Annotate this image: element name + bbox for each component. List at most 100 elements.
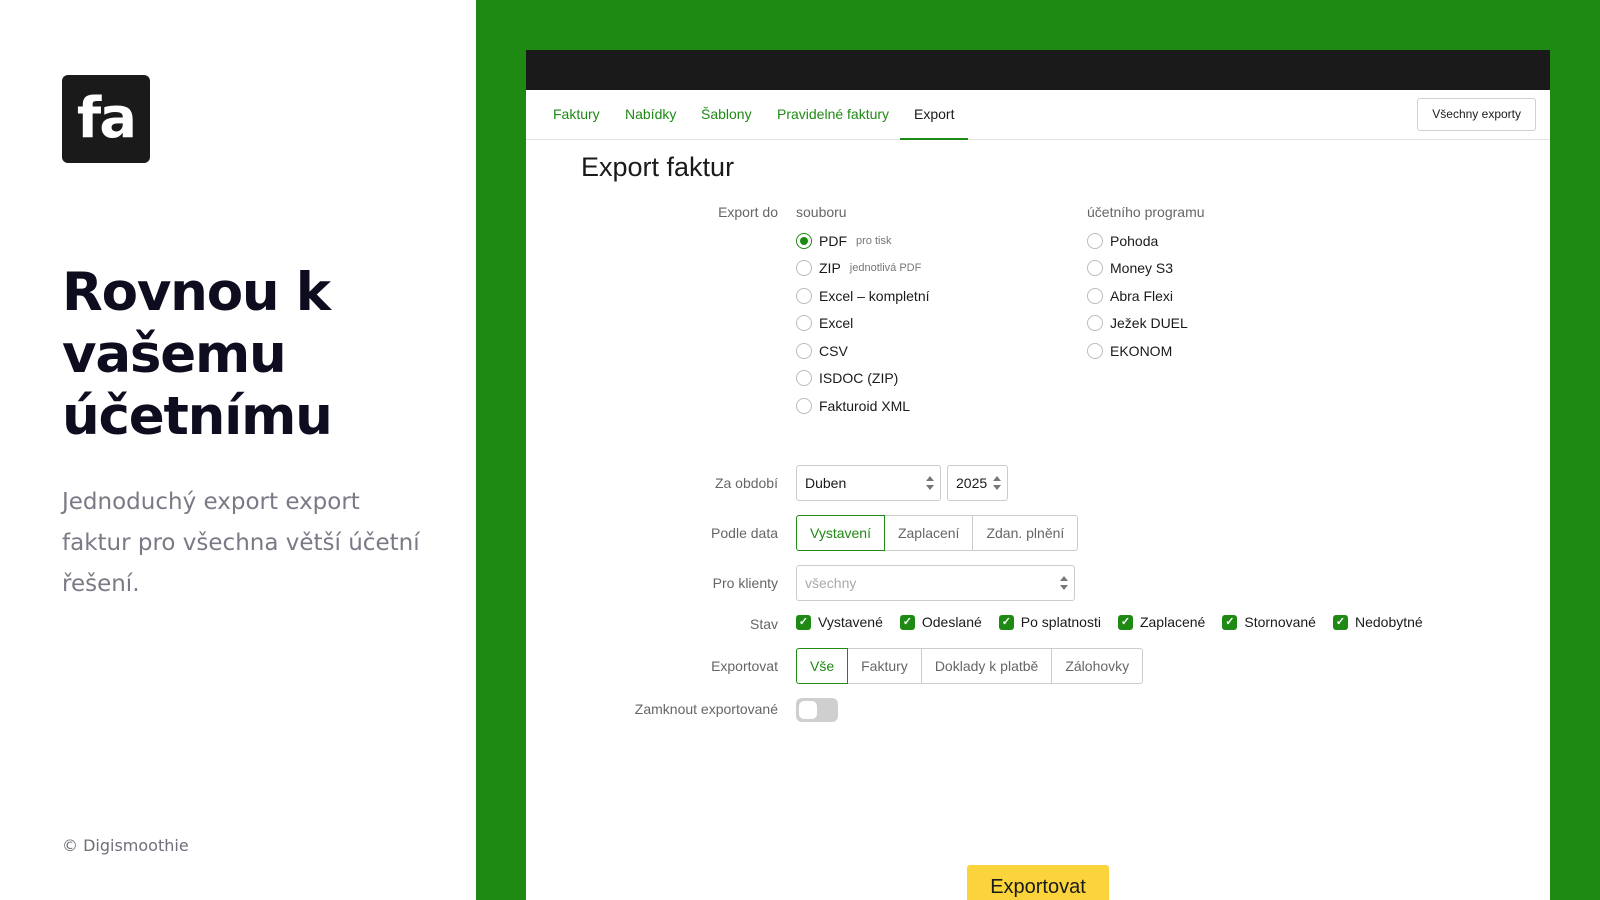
export-option-vse[interactable]: Vše: [796, 648, 849, 684]
radio-label: EKONOM: [1110, 343, 1173, 359]
window-titlebar: [526, 50, 1550, 90]
all-exports-button[interactable]: Všechny exporty: [1417, 98, 1536, 131]
radio-circle[interactable]: [796, 315, 812, 331]
status-po-splatnosti[interactable]: ✓ Po splatnosti: [998, 614, 1101, 630]
status-zaplacene[interactable]: ✓ Zaplacené: [1117, 614, 1206, 630]
checkbox-label: Stornované: [1244, 614, 1316, 630]
date-option-zaplaceni[interactable]: Zaplacení: [883, 515, 974, 551]
radio-zip[interactable]: ZIP jednotlivá PDF: [796, 260, 921, 276]
radio-jezek-duel[interactable]: Ježek DUEL: [1087, 315, 1188, 331]
tab-pravidelne-faktury[interactable]: Pravidelné faktury: [777, 90, 889, 140]
radio-excel[interactable]: Excel: [796, 315, 853, 331]
screenshot-backdrop: Faktury Nabídky Šablony Pravidelné faktu…: [476, 0, 1600, 900]
radio-fakturoid-xml[interactable]: Fakturoid XML: [796, 398, 910, 414]
checkmark-icon[interactable]: ✓: [998, 614, 1014, 630]
checkmark-icon[interactable]: ✓: [1117, 614, 1133, 630]
checkmark-icon[interactable]: ✓: [796, 614, 811, 630]
radio-circle[interactable]: [796, 343, 812, 359]
radio-money-s3[interactable]: Money S3: [1087, 260, 1173, 276]
export-option-zalohovky[interactable]: Zálohovky: [1051, 648, 1144, 684]
tab-faktury[interactable]: Faktury: [553, 90, 600, 140]
radio-csv[interactable]: CSV: [796, 343, 848, 359]
fakturoid-logo: fa: [62, 75, 150, 163]
date-label: Podle data: [711, 525, 778, 541]
month-select[interactable]: Duben: [796, 465, 941, 501]
radio-circle[interactable]: [796, 288, 812, 304]
month-select-value: Duben: [805, 475, 847, 491]
checkbox-label: Odeslané: [921, 614, 982, 630]
headline-line: účetnímu: [62, 386, 333, 447]
radio-pohoda[interactable]: Pohoda: [1087, 233, 1158, 249]
radio-label: PDF: [819, 233, 847, 249]
clients-label: Pro klienty: [712, 575, 778, 591]
export-button[interactable]: Exportovat: [967, 865, 1109, 900]
lock-label: Zamknout exportované: [634, 701, 778, 717]
export-type-segmented-control: Vše Faktury Doklady k platbě Zálohovky: [796, 648, 1144, 684]
checkmark-icon[interactable]: ✓: [1332, 614, 1348, 630]
status-stornovane[interactable]: ✓ Stornované: [1222, 614, 1316, 630]
checkmark-icon[interactable]: ✓: [1222, 614, 1238, 630]
radio-label: Money S3: [1110, 260, 1174, 276]
export-type-label: Exportovat: [711, 658, 778, 674]
date-option-vystaveni[interactable]: Vystavení: [796, 515, 885, 551]
radio-circle[interactable]: [1087, 260, 1103, 276]
headline-line: vašemu: [62, 324, 287, 385]
radio-circle[interactable]: [1087, 233, 1103, 249]
export-option-faktury[interactable]: Faktury: [847, 648, 922, 684]
radio-label: ISDOC (ZIP): [819, 370, 899, 386]
radio-circle[interactable]: [1087, 315, 1103, 331]
program-heading: účetního programu: [1087, 204, 1205, 220]
status-label: Stav: [749, 616, 778, 632]
checkbox-label: Vystavené: [818, 614, 883, 630]
select-arrows-icon: [926, 476, 934, 490]
radio-circle[interactable]: [796, 370, 812, 386]
radio-circle[interactable]: [796, 233, 812, 249]
copyright: © Digismoothie: [62, 836, 189, 855]
tab-export[interactable]: Export: [900, 90, 969, 140]
radio-circle[interactable]: [796, 398, 812, 414]
radio-label: Abra Flexi: [1110, 288, 1174, 304]
status-checkboxes: ✓ Vystavené ✓ Odeslané ✓ Po splatnosti ✓…: [796, 614, 1440, 630]
clients-select-placeholder: všechny: [805, 575, 857, 591]
period-label: Za období: [714, 475, 778, 491]
radio-circle[interactable]: [1087, 288, 1103, 304]
radio-excel-kompletni[interactable]: Excel – kompletní: [796, 288, 930, 304]
headline: Rovnou k vašemu účetnímu: [62, 262, 462, 448]
checkbox-label: Zaplacené: [1139, 614, 1206, 630]
status-vystavene[interactable]: ✓ Vystavené: [796, 614, 883, 630]
checkbox-label: Po splatnosti: [1020, 614, 1101, 630]
file-heading: souboru: [796, 204, 847, 220]
tab-bar: Faktury Nabídky Šablony Pravidelné faktu…: [526, 90, 1550, 140]
radio-pdf[interactable]: PDF pro tisk: [796, 233, 891, 249]
radio-label: Fakturoid XML: [819, 398, 911, 414]
tab-sablony[interactable]: Šablony: [701, 90, 752, 140]
headline-line: Rovnou k: [62, 262, 331, 323]
lock-toggle[interactable]: [796, 698, 838, 722]
export-to-label: Export do: [718, 204, 778, 220]
radio-label: Excel – kompletní: [819, 288, 930, 304]
select-arrows-icon: [993, 476, 1001, 490]
radio-isdoc[interactable]: ISDOC (ZIP): [796, 370, 898, 386]
status-odeslane[interactable]: ✓ Odeslané: [899, 614, 982, 630]
tab-nabidky[interactable]: Nabídky: [625, 90, 676, 140]
export-option-doklady[interactable]: Doklady k platbě: [920, 648, 1053, 684]
year-select-value: 2025: [956, 475, 988, 491]
select-arrows-icon: [1060, 576, 1068, 590]
year-select[interactable]: 2025: [947, 465, 1008, 501]
clients-select[interactable]: všechny: [796, 565, 1075, 601]
checkmark-icon[interactable]: ✓: [899, 614, 915, 630]
radio-circle[interactable]: [1087, 343, 1103, 359]
status-nedobytne[interactable]: ✓ Nedobytné: [1332, 614, 1423, 630]
page-title: Export faktur: [581, 152, 735, 182]
date-option-zdan-plneni[interactable]: Zdan. plnění: [972, 515, 1079, 551]
marketing-panel: fa Rovnou k vašemu účetnímu Jednoduchý e…: [0, 0, 476, 900]
radio-label: Excel: [819, 315, 854, 331]
subline: Jednoduchý export export faktur pro všec…: [62, 489, 420, 597]
radio-circle[interactable]: [796, 260, 812, 276]
radio-label: Ježek DUEL: [1110, 315, 1188, 331]
radio-ekonom[interactable]: EKONOM: [1087, 343, 1172, 359]
app-window: Faktury Nabídky Šablony Pravidelné faktu…: [526, 50, 1550, 900]
radio-abra-flexi[interactable]: Abra Flexi: [1087, 288, 1173, 304]
date-segmented-control: Vystavení Zaplacení Zdan. plnění: [796, 515, 1079, 551]
radio-label: Pohoda: [1110, 233, 1159, 249]
